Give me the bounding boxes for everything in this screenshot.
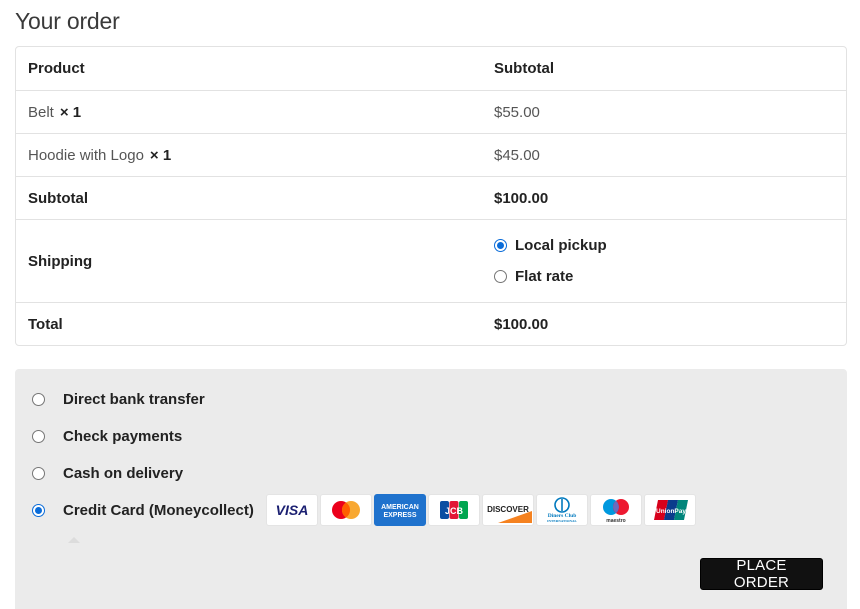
product-name: Hoodie with Logo (28, 146, 144, 164)
subtotal-value: $100.00 (494, 189, 549, 207)
table-row: Hoodie with Logo × 1 $45.00 (16, 133, 846, 176)
svg-text:EXPRESS: EXPRESS (383, 512, 416, 519)
payment-method-label: Direct bank transfer (63, 391, 205, 408)
amex-icon: AMERICAN EXPRESS (373, 494, 426, 526)
diners-club-icon: Diners Club INTERNATIONAL (535, 494, 588, 526)
shipping-option-label: Local pickup (515, 237, 607, 254)
shipping-option-label: Flat rate (515, 268, 574, 285)
subtotal-column-header: Subtotal (494, 60, 554, 77)
product-quantity: × 1 (149, 146, 172, 164)
place-order-button[interactable]: PLACE ORDER (700, 557, 823, 591)
payment-method-label: Credit Card (Moneycollect) (63, 501, 254, 519)
payment-methods-panel: Direct bank transfer Check payments Cash… (15, 369, 847, 609)
radio-button[interactable] (32, 430, 45, 443)
svg-text:maestro: maestro (606, 518, 625, 524)
svg-text:VISA: VISA (276, 502, 309, 518)
shipping-option-local-pickup[interactable]: Local pickup (494, 237, 846, 254)
radio-button[interactable] (494, 239, 507, 252)
svg-text:JCB: JCB (445, 506, 464, 516)
discover-icon: DISCOVER (481, 494, 534, 526)
total-label: Total (28, 315, 63, 333)
shipping-options: Local pickup Flat rate (482, 237, 846, 285)
radio-button[interactable] (32, 503, 45, 517)
svg-text:AMERICAN: AMERICAN (381, 504, 419, 511)
page-title: Your order (15, 8, 120, 34)
mastercard-icon (319, 494, 372, 526)
svg-text:UnionPay: UnionPay (656, 508, 686, 515)
radio-button[interactable] (494, 270, 507, 283)
shipping-row: Shipping Local pickup Flat rate (16, 219, 846, 302)
shipping-label: Shipping (28, 252, 93, 270)
radio-button[interactable] (32, 393, 45, 406)
product-quantity: × 1 (59, 103, 82, 121)
payment-method-label: Cash on delivery (63, 465, 184, 482)
total-row: Total $100.00 (16, 302, 846, 345)
product-name: Belt (28, 103, 54, 121)
product-price: $55.00 (494, 103, 540, 121)
payment-method-cod[interactable]: Cash on delivery (32, 465, 183, 482)
product-cell: Hoodie with Logo × 1 (16, 147, 482, 164)
payment-method-bank-transfer[interactable]: Direct bank transfer (32, 391, 205, 408)
product-cell: Belt × 1 (16, 104, 482, 121)
subtotal-label: Subtotal (28, 189, 88, 207)
card-brand-icons: VISA AMERICAN EXPRESS JCB DISCOVER Diners… (265, 494, 696, 526)
visa-icon: VISA (265, 494, 318, 526)
payment-method-label: Check payments (63, 428, 183, 445)
radio-button[interactable] (32, 467, 45, 480)
subtotal-row: Subtotal $100.00 (16, 176, 846, 219)
unionpay-icon: UnionPay (643, 494, 696, 526)
payment-box-caret (68, 537, 80, 543)
svg-text:DISCOVER: DISCOVER (487, 505, 529, 514)
shipping-option-flat-rate[interactable]: Flat rate (494, 268, 846, 285)
payment-method-check[interactable]: Check payments (32, 428, 182, 445)
total-value: $100.00 (494, 315, 549, 333)
product-column-header: Product (28, 60, 85, 77)
order-table: Product Subtotal Belt × 1 $55.00 Hoodie w… (15, 46, 847, 346)
product-price: $45.00 (494, 146, 540, 164)
jcb-icon: JCB (427, 494, 480, 526)
svg-text:INTERNATIONAL: INTERNATIONAL (547, 519, 577, 523)
table-row: Belt × 1 $55.00 (16, 90, 846, 133)
payment-method-credit-card[interactable]: Credit Card (Moneycollect) VISA AMERICAN… (32, 494, 696, 526)
table-header-row: Product Subtotal (16, 47, 846, 90)
maestro-icon: maestro (589, 494, 642, 526)
